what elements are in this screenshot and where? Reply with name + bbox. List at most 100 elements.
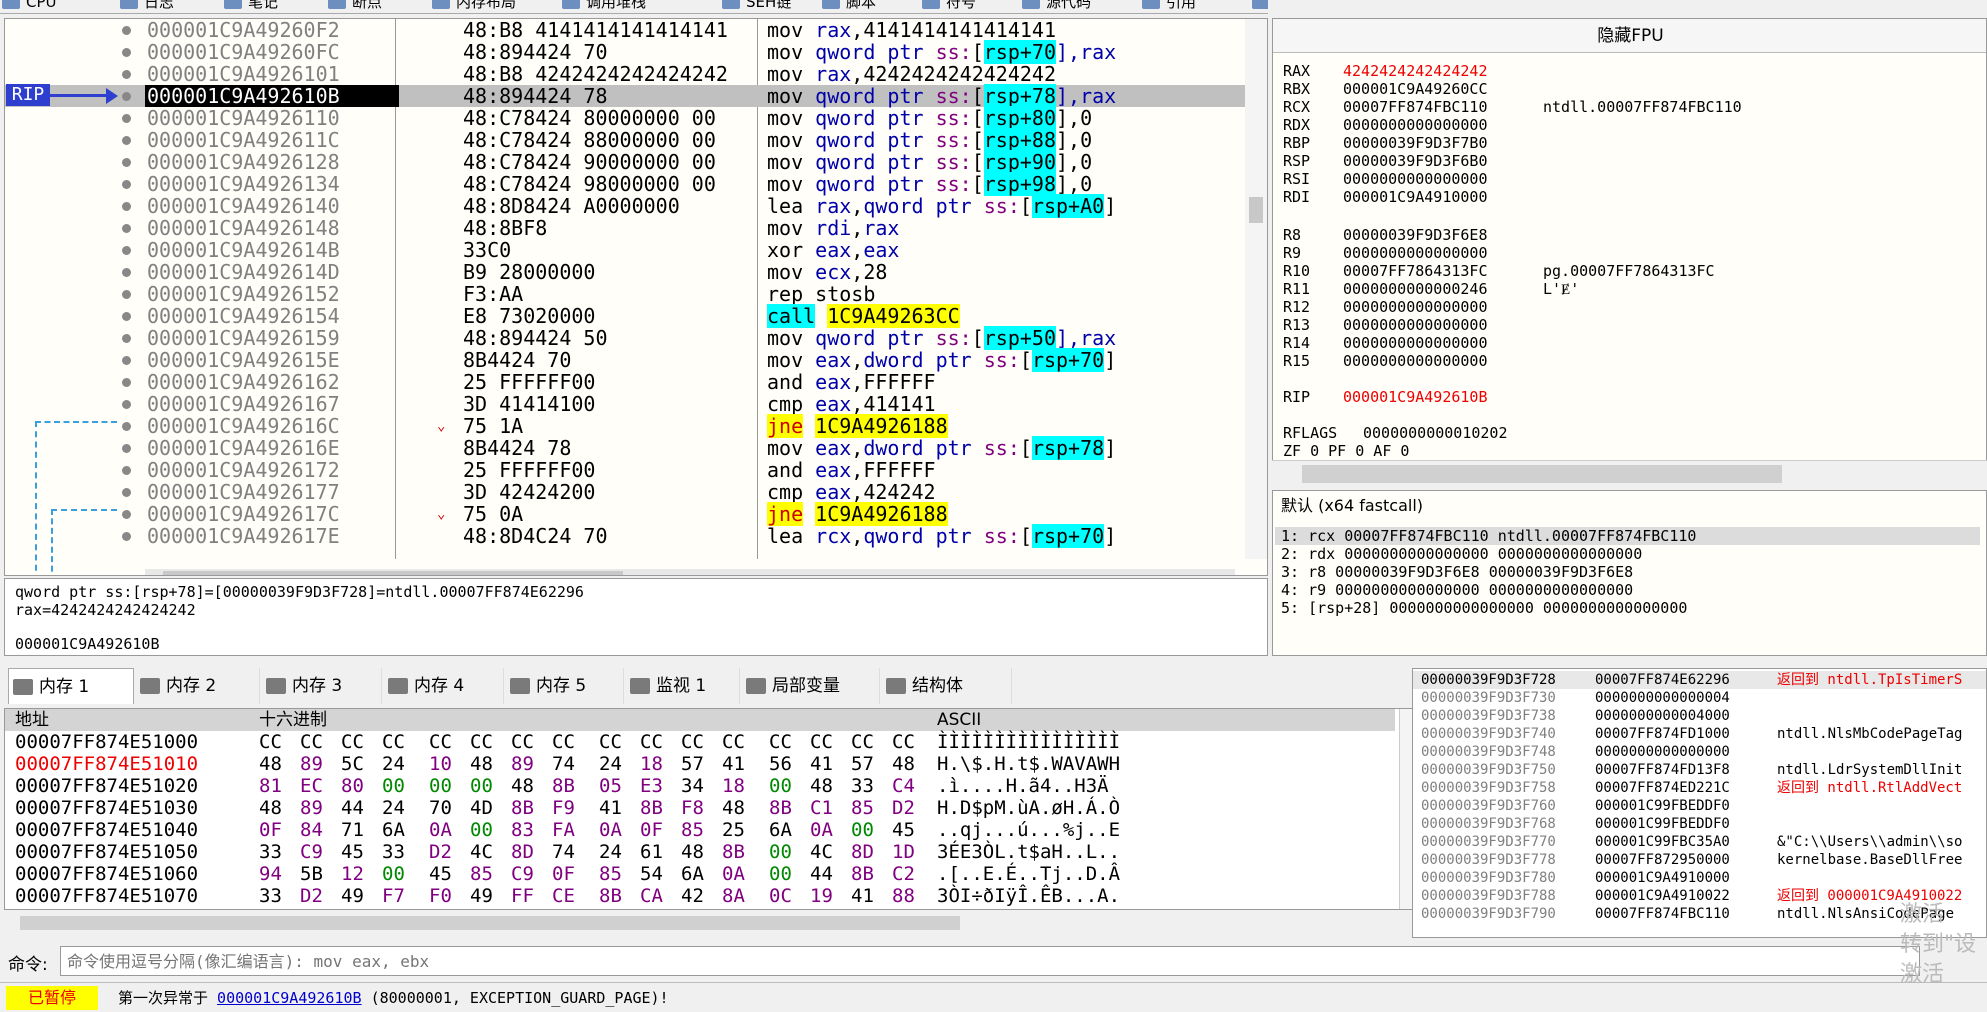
dump-byte[interactable]: 49 bbox=[341, 885, 381, 907]
dump-byte[interactable]: 45 bbox=[429, 863, 469, 885]
dump-byte[interactable]: 57 bbox=[681, 753, 721, 775]
memory-dump[interactable]: 地址 十六进制 ASCII 00007FF874E51000 CC CC CC CC CC… bbox=[4, 708, 1440, 910]
dump-byte[interactable]: 00 bbox=[851, 819, 891, 841]
breakpoint-dot-icon[interactable] bbox=[122, 268, 131, 277]
tab-1[interactable]: 日志 bbox=[118, 0, 174, 13]
breakpoint-dot-icon[interactable] bbox=[122, 334, 131, 343]
dump-byte[interactable]: 4C bbox=[810, 841, 850, 863]
dump-byte[interactable]: 5C bbox=[341, 753, 381, 775]
breakpoint-dot-icon[interactable] bbox=[122, 312, 131, 321]
dump-byte[interactable]: 80 bbox=[341, 775, 381, 797]
breakpoint-dot-icon[interactable] bbox=[122, 422, 131, 431]
stack-row[interactable]: 00000039F9D3F740 00007FF874FD1000 ntdll.Nl… bbox=[1413, 725, 1986, 743]
register-r11[interactable]: R11 0000000000000246 L'Ɇ' bbox=[1283, 281, 1579, 297]
register-value[interactable]: 000001C9A4910000 bbox=[1343, 189, 1543, 205]
breakpoint-dot-icon[interactable] bbox=[122, 114, 131, 123]
register-value[interactable]: 4242424242424242 bbox=[1343, 63, 1543, 79]
dump-byte[interactable]: 24 bbox=[599, 841, 639, 863]
dump-byte[interactable]: 19 bbox=[810, 885, 850, 907]
dump-byte[interactable]: 57 bbox=[851, 753, 891, 775]
dump-byte[interactable]: 00 bbox=[470, 819, 510, 841]
dump-tab-5[interactable]: 监视 1 bbox=[626, 668, 740, 704]
register-value[interactable]: 0000000000000246 bbox=[1343, 281, 1543, 297]
dump-byte[interactable]: 00 bbox=[470, 775, 510, 797]
register-value[interactable]: 0000000000000000 bbox=[1343, 299, 1543, 315]
register-value[interactable]: 0000000000000000 bbox=[1343, 171, 1543, 187]
command-input[interactable] bbox=[60, 946, 1920, 976]
dump-byte[interactable]: F0 bbox=[429, 885, 469, 907]
register-rdx[interactable]: RDX 0000000000000000 bbox=[1283, 117, 1543, 133]
dump-byte[interactable]: CE bbox=[552, 885, 592, 907]
dump-byte[interactable]: 8D bbox=[851, 841, 891, 863]
dump-byte[interactable]: 00 bbox=[382, 863, 422, 885]
dump-byte[interactable]: 0A bbox=[599, 819, 639, 841]
call-convention-panel[interactable]: 默认 (x64 fastcall) 1: rcx 00007FF874FBC11… bbox=[1272, 490, 1987, 656]
register-rsi[interactable]: RSI 0000000000000000 bbox=[1283, 171, 1543, 187]
dump-byte[interactable]: 24 bbox=[599, 753, 639, 775]
disasm-row[interactable]: 000001C9A4926148 48:8BF8 mov rdi,rax bbox=[5, 217, 1245, 239]
dump-byte[interactable]: 8B bbox=[552, 775, 592, 797]
dump-byte[interactable]: C9 bbox=[511, 863, 551, 885]
dump-byte[interactable]: 49 bbox=[470, 885, 510, 907]
dump-byte[interactable]: 1D bbox=[892, 841, 932, 863]
breakpoint-dot-icon[interactable] bbox=[122, 532, 131, 541]
disasm-row[interactable]: 000001C9A49260FC 48:894424 70 mov qword pt… bbox=[5, 40, 1245, 64]
dump-byte[interactable]: CC bbox=[681, 731, 721, 753]
argument-line[interactable]: 2: rdx 0000000000000000 0000000000000000 bbox=[1281, 545, 1642, 563]
dump-byte[interactable]: 0F bbox=[640, 819, 680, 841]
dump-byte[interactable]: CC bbox=[382, 731, 422, 753]
dump-byte[interactable]: CC bbox=[851, 731, 891, 753]
tab-8[interactable]: 符号 bbox=[920, 0, 976, 13]
dump-byte[interactable]: 4D bbox=[470, 797, 510, 819]
dump-byte[interactable]: 8B bbox=[722, 841, 762, 863]
dump-byte[interactable]: 00 bbox=[769, 863, 809, 885]
dump-byte[interactable]: 45 bbox=[892, 819, 932, 841]
dump-byte[interactable]: 54 bbox=[640, 863, 680, 885]
dump-byte[interactable]: C1 bbox=[810, 797, 850, 819]
disasm-row-current[interactable]: 000001C9A492610B 48:894424 78 mov qword pt… bbox=[5, 84, 1245, 108]
stack-row[interactable]: 00000039F9D3F768 000001C99FBEDDF0 bbox=[1413, 815, 1986, 833]
dump-byte[interactable]: 33 bbox=[851, 775, 891, 797]
disassembly-hscroll[interactable] bbox=[145, 569, 1235, 575]
tab-0[interactable]: CPU bbox=[0, 0, 57, 13]
dump-byte[interactable]: CC bbox=[259, 731, 299, 753]
stack-row[interactable]: 00000039F9D3F778 00007FF872950000 kernelba… bbox=[1413, 851, 1986, 869]
dump-byte[interactable]: 8B bbox=[769, 797, 809, 819]
dump-tab-0[interactable]: 内存 1 bbox=[8, 668, 134, 704]
breakpoint-dot-icon[interactable] bbox=[122, 158, 131, 167]
dump-byte[interactable]: 88 bbox=[892, 885, 932, 907]
disasm-row[interactable]: 000001C9A492611C 48:C78424 88000000 00 mov… bbox=[5, 128, 1245, 152]
disassembly-view[interactable]: 000001C9A49260F2 48:B8 4141414141414141 mo… bbox=[4, 18, 1268, 576]
stack-view[interactable]: 00000039F9D3F728 00007FF874E62296 返回到 ntdl… bbox=[1412, 668, 1987, 938]
breakpoint-dot-icon[interactable] bbox=[122, 180, 131, 189]
disasm-row[interactable]: 000001C9A4926162 25 FFFFFF00 and eax,FFFFF… bbox=[5, 371, 1245, 393]
stack-row[interactable]: 00000039F9D3F770 000001C99FBC35A0 &"C:\\Us… bbox=[1413, 833, 1986, 851]
dump-byte[interactable]: CC bbox=[599, 731, 639, 753]
stack-row[interactable]: 00000039F9D3F780 000001C9A4910000 bbox=[1413, 869, 1986, 887]
register-value[interactable]: 000001C9A492610B bbox=[1343, 389, 1543, 405]
dump-byte[interactable]: D2 bbox=[429, 841, 469, 863]
stack-row[interactable]: 00000039F9D3F728 00007FF874E62296 返回到 ntdl… bbox=[1413, 671, 1986, 689]
register-value[interactable]: 00007FF874FBC110 bbox=[1343, 99, 1543, 115]
dump-tab-4[interactable]: 内存 5 bbox=[506, 668, 624, 704]
breakpoint-dot-icon[interactable] bbox=[122, 26, 131, 35]
dump-byte[interactable]: 8D bbox=[511, 841, 551, 863]
dump-byte[interactable]: FF bbox=[511, 885, 551, 907]
dump-byte[interactable]: 94 bbox=[259, 863, 299, 885]
dump-byte[interactable]: CC bbox=[640, 731, 680, 753]
argument-line[interactable]: 5: [rsp+28] 0000000000000000 00000000000… bbox=[1281, 599, 1687, 617]
breakpoint-dot-icon[interactable] bbox=[122, 202, 131, 211]
dump-byte[interactable]: 6A bbox=[769, 819, 809, 841]
dump-byte[interactable]: 5B bbox=[300, 863, 340, 885]
hide-fpu-button[interactable]: 隐藏FPU bbox=[1273, 19, 1986, 53]
breakpoint-dot-icon[interactable] bbox=[122, 378, 131, 387]
disassembly-vscroll[interactable] bbox=[1245, 19, 1267, 559]
stack-row[interactable]: 00000039F9D3F750 00007FF874FD13F8 ntdll.Ld… bbox=[1413, 761, 1986, 779]
disasm-row[interactable]: 000001C9A492614B 33C0 xor eax,eax bbox=[5, 239, 1245, 261]
dump-byte[interactable]: 0F bbox=[552, 863, 592, 885]
dump-byte[interactable]: 41 bbox=[810, 753, 850, 775]
dump-byte[interactable]: 25 bbox=[722, 819, 762, 841]
dump-byte[interactable]: 85 bbox=[681, 819, 721, 841]
dump-byte[interactable]: CC bbox=[552, 731, 592, 753]
register-rip[interactable]: RIP 000001C9A492610B bbox=[1283, 389, 1543, 405]
